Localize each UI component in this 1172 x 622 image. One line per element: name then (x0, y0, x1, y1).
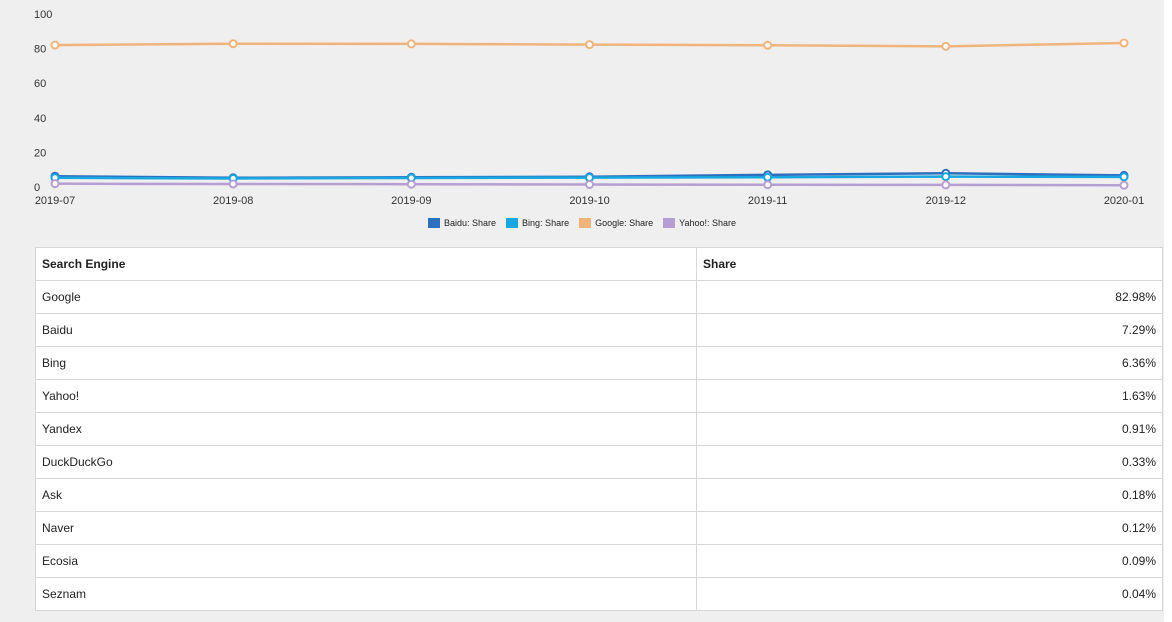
search-engine-cell: Naver (35, 511, 697, 545)
x-tick-label: 2019-12 (926, 195, 966, 207)
data-point[interactable] (406, 39, 416, 49)
data-point[interactable] (941, 41, 951, 51)
data-point[interactable] (228, 39, 238, 49)
y-tick-label: 20 (34, 147, 46, 159)
line-chart: 0 20 40 60 80 100 2019-07 2019-08 2019-09 2019-10… (34, 9, 1144, 207)
y-tick-label: 80 (34, 44, 46, 56)
chart-panel: 0 20 40 60 80 100 2019-07 2019-08 2019-09 2019-10… (0, 0, 1164, 622)
legend-item[interactable]: Google: Share (579, 218, 653, 228)
search-engine-cell: Yandex (35, 412, 697, 446)
header-search-engine: Search Engine (35, 247, 697, 281)
data-point[interactable] (763, 180, 773, 190)
x-tick-label: 2019-08 (213, 195, 253, 207)
legend-swatch (663, 218, 676, 228)
share-cell: 0.33% (696, 445, 1163, 479)
legend-item[interactable]: Baidu: Share (428, 218, 496, 228)
share-cell: 82.98% (696, 280, 1163, 314)
data-point[interactable] (1119, 38, 1129, 48)
search-engine-cell: Google (35, 280, 697, 314)
share-cell: 0.12% (696, 511, 1163, 545)
legend-label: Google: Share (595, 218, 654, 228)
share-cell: 0.09% (696, 544, 1163, 578)
data-point[interactable] (941, 180, 951, 190)
data-point[interactable] (406, 179, 416, 189)
search-engine-cell: Yahoo! (35, 379, 697, 413)
share-cell: 7.29% (696, 313, 1163, 347)
legend-label: Baidu: Share (444, 218, 497, 228)
table-row: Naver 0.12% (35, 511, 1163, 545)
x-tick-label: 2019-09 (391, 195, 431, 207)
x-tick-label: 2019-11 (748, 195, 788, 207)
search-engine-cell: DuckDuckGo (35, 445, 697, 479)
data-point[interactable] (50, 179, 60, 189)
search-engine-cell: Baidu (35, 313, 697, 347)
data-point[interactable] (763, 40, 773, 50)
table-row: Seznam 0.04% (35, 577, 1163, 611)
share-cell: 0.91% (696, 412, 1163, 446)
table-row: DuckDuckGo 0.33% (35, 445, 1163, 479)
table-row: Google 82.98% (35, 280, 1163, 314)
x-tick-label: 2019-07 (35, 195, 75, 207)
table-header-row: Search Engine Share (35, 247, 1163, 281)
legend-item[interactable]: Yahoo!: Share (663, 218, 736, 228)
table-row: Ask 0.18% (35, 478, 1163, 512)
table-row: Ecosia 0.09% (35, 544, 1163, 578)
table-row: Yahoo! 1.63% (35, 379, 1163, 413)
share-cell: 0.18% (696, 478, 1163, 512)
data-point[interactable] (1119, 172, 1129, 182)
x-tick-label: 2020-01 (1104, 195, 1144, 207)
legend-item[interactable]: Bing: Share (506, 218, 569, 228)
search-engine-cell: Seznam (35, 577, 697, 611)
data-point[interactable] (763, 172, 773, 182)
data-point[interactable] (228, 179, 238, 189)
data-point[interactable] (1119, 180, 1129, 190)
header-share: Share (696, 247, 1163, 281)
chart-legend: Baidu: Share Bing: Share Google: Share Yaho… (0, 218, 1164, 228)
y-tick-label: 100 (34, 9, 52, 21)
table-row: Bing 6.36% (35, 346, 1163, 380)
legend-label: Yahoo!: Share (679, 218, 736, 228)
data-point[interactable] (941, 172, 951, 182)
legend-swatch (428, 218, 440, 228)
y-tick-label: 40 (34, 113, 46, 125)
table-row: Yandex 0.91% (35, 412, 1163, 446)
share-cell: 1.63% (696, 379, 1163, 413)
share-cell: 0.04% (696, 577, 1163, 611)
legend-label: Bing: Share (522, 218, 570, 228)
y-tick-label: 60 (34, 78, 46, 90)
share-cell: 6.36% (696, 346, 1163, 380)
data-point[interactable] (585, 180, 594, 190)
legend-swatch (506, 218, 519, 228)
search-engine-cell: Bing (35, 346, 697, 380)
table-row: Baidu 7.29% (35, 313, 1163, 347)
search-engine-share-table: Search Engine Share Google 82.98% Baidu 7.2… (35, 247, 1163, 611)
legend-swatch (579, 218, 592, 228)
data-point[interactable] (50, 40, 60, 50)
data-point[interactable] (585, 40, 594, 50)
search-engine-cell: Ask (35, 478, 697, 512)
y-tick-label: 0 (34, 182, 40, 194)
search-engine-cell: Ecosia (35, 544, 697, 578)
x-tick-label: 2019-10 (569, 195, 609, 207)
